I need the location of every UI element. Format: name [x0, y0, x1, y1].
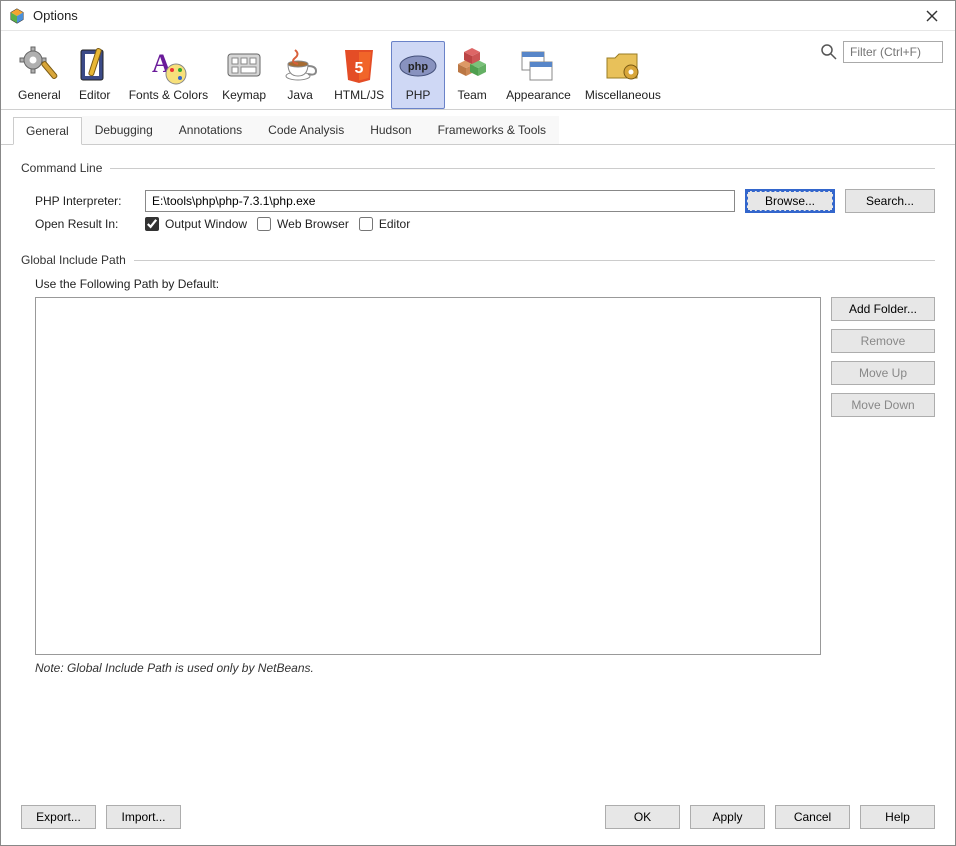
category-team[interactable]: Team	[445, 41, 499, 109]
svg-text:5: 5	[355, 60, 364, 77]
tab-annotations[interactable]: Annotations	[166, 116, 255, 144]
php-icon: php	[398, 46, 438, 86]
window-title: Options	[33, 8, 917, 23]
ok-button[interactable]: OK	[605, 805, 680, 829]
keyboard-icon	[224, 46, 264, 86]
gear-wrench-icon	[19, 46, 59, 86]
cubes-icon	[452, 46, 492, 86]
letter-palette-icon: A	[148, 46, 188, 86]
category-items: General Editor A Fonts & Colors Keymap	[11, 41, 668, 109]
command-line-legend: Command Line	[21, 161, 110, 175]
web-browser-checkbox[interactable]	[257, 217, 271, 231]
use-path-label: Use the Following Path by Default:	[35, 277, 935, 291]
windows-icon	[518, 46, 558, 86]
interpreter-row: PHP Interpreter: Browse... Search...	[35, 189, 935, 213]
html5-icon: 5	[339, 46, 379, 86]
search-button[interactable]: Search...	[845, 189, 935, 213]
book-pencil-icon	[75, 46, 115, 86]
open-result-label: Open Result In:	[35, 217, 135, 231]
category-general[interactable]: General	[11, 41, 68, 109]
output-window-checkbox[interactable]	[145, 217, 159, 231]
include-path-note: Note: Global Include Path is used only b…	[35, 661, 935, 675]
include-path-list[interactable]	[35, 297, 821, 655]
category-toolbar: General Editor A Fonts & Colors Keymap	[1, 31, 955, 110]
folder-gear-icon	[603, 46, 643, 86]
java-cup-icon	[280, 46, 320, 86]
cancel-button[interactable]: Cancel	[775, 805, 850, 829]
export-button[interactable]: Export...	[21, 805, 96, 829]
output-window-check[interactable]: Output Window	[145, 217, 247, 231]
svg-text:php: php	[408, 61, 428, 73]
interpreter-label: PHP Interpreter:	[35, 194, 135, 208]
category-php[interactable]: php PHP	[391, 41, 445, 109]
editor-check[interactable]: Editor	[359, 217, 410, 231]
interpreter-input[interactable]	[145, 190, 735, 212]
tab-code-analysis[interactable]: Code Analysis	[255, 116, 357, 144]
open-result-row: Open Result In: Output Window Web Browse…	[35, 217, 935, 231]
category-appearance[interactable]: Appearance	[499, 41, 578, 109]
include-path-body: Add Folder... Remove Move Up Move Down	[35, 297, 935, 655]
footer: Export... Import... OK Apply Cancel Help	[1, 793, 955, 845]
subtabs: General Debugging Annotations Code Analy…	[1, 116, 955, 145]
category-java[interactable]: Java	[273, 41, 327, 109]
close-icon	[926, 10, 938, 22]
browse-button[interactable]: Browse...	[745, 189, 835, 213]
editor-checkbox[interactable]	[359, 217, 373, 231]
import-button[interactable]: Import...	[106, 805, 181, 829]
filter-input[interactable]	[843, 41, 943, 63]
move-down-button[interactable]: Move Down	[831, 393, 935, 417]
category-miscellaneous[interactable]: Miscellaneous	[578, 41, 668, 109]
move-up-button[interactable]: Move Up	[831, 361, 935, 385]
help-button[interactable]: Help	[860, 805, 935, 829]
include-path-buttons: Add Folder... Remove Move Up Move Down	[831, 297, 935, 655]
command-line-group: Command Line PHP Interpreter: Browse... …	[21, 161, 935, 239]
tab-debugging[interactable]: Debugging	[82, 116, 166, 144]
category-html-js[interactable]: 5 HTML/JS	[327, 41, 391, 109]
titlebar: Options	[1, 1, 955, 31]
tab-general[interactable]: General	[13, 117, 82, 145]
include-path-legend: Global Include Path	[21, 253, 134, 267]
apply-button[interactable]: Apply	[690, 805, 765, 829]
options-window: Options General Editor A F	[0, 0, 956, 846]
include-path-group: Global Include Path Use the Following Pa…	[21, 253, 935, 763]
category-keymap[interactable]: Keymap	[215, 41, 273, 109]
tab-hudson[interactable]: Hudson	[357, 116, 424, 144]
add-folder-button[interactable]: Add Folder...	[831, 297, 935, 321]
app-logo-icon	[9, 8, 25, 24]
tab-frameworks-tools[interactable]: Frameworks & Tools	[425, 116, 559, 144]
search-icon	[821, 44, 837, 60]
content-panel: Command Line PHP Interpreter: Browse... …	[1, 145, 955, 793]
close-button[interactable]	[917, 1, 947, 31]
filter-area	[821, 41, 943, 63]
web-browser-check[interactable]: Web Browser	[257, 217, 349, 231]
category-fonts-colors[interactable]: A Fonts & Colors	[122, 41, 215, 109]
category-editor[interactable]: Editor	[68, 41, 122, 109]
remove-button[interactable]: Remove	[831, 329, 935, 353]
